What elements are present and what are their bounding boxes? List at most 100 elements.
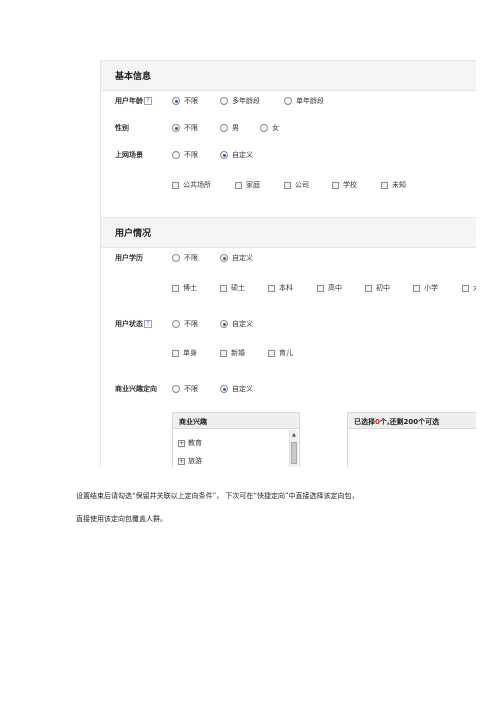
radio-icon xyxy=(220,97,228,105)
targeting-screenshot: 基本信息 用户年龄? 不限 多年龄段 单年龄段 性别 不限 男 女 上网场景 不… xyxy=(100,60,476,467)
radio-label: 不限 xyxy=(184,151,198,159)
scene-checkbox-unknown[interactable]: 未知 xyxy=(381,180,406,190)
radio-label: 多年龄段 xyxy=(232,97,260,105)
selected-interest-panel: 已选择0个,还剩200个可选 xyxy=(347,412,476,467)
education-checkbox-bachelor[interactable]: 本科 xyxy=(268,283,293,293)
checkbox-icon xyxy=(365,284,372,292)
interest-option-custom[interactable]: 自定义 xyxy=(220,384,253,394)
gender-option-female[interactable]: 女 xyxy=(260,123,279,133)
checkbox-icon xyxy=(462,284,469,292)
education-checkbox-primary[interactable]: 小学 xyxy=(413,283,438,293)
status-checkbox-single[interactable]: 单身 xyxy=(172,348,197,358)
scene-checkbox-public[interactable]: 公共场所 xyxy=(172,180,211,190)
expand-plus-icon[interactable]: + xyxy=(178,457,185,465)
checkbox-icon xyxy=(381,181,388,189)
radio-icon xyxy=(220,254,228,262)
scene-option-custom[interactable]: 自定义 xyxy=(220,150,253,160)
help-icon[interactable]: ? xyxy=(144,97,152,105)
status-checkbox-parenting[interactable]: 育儿 xyxy=(268,348,293,358)
checkbox-label: 博士 xyxy=(183,284,197,292)
checkbox-label: 大 xyxy=(473,283,476,293)
scene-label: 上网场景 xyxy=(115,151,143,159)
scene-checkbox-company[interactable]: 公司 xyxy=(284,180,309,190)
education-option-unlimited[interactable]: 不限 xyxy=(172,253,198,263)
checkbox-icon xyxy=(332,181,339,189)
checkbox-label: 本科 xyxy=(279,284,293,292)
education-checkbox-truncated[interactable]: 大 xyxy=(462,283,476,293)
tree-item-label: 旅游 xyxy=(188,457,202,465)
expand-plus-icon[interactable]: + xyxy=(178,439,185,447)
education-option-custom[interactable]: 自定义 xyxy=(220,253,253,263)
checkbox-label: 新婚 xyxy=(231,349,245,357)
gender-option-unlimited[interactable]: 不限 xyxy=(172,123,198,133)
education-checkbox-middleschool[interactable]: 初中 xyxy=(365,283,390,293)
help-icon[interactable]: ? xyxy=(144,320,152,328)
radio-label: 自定义 xyxy=(232,151,253,159)
checkbox-icon xyxy=(317,284,324,292)
interest-tree-title: 商业兴趣 xyxy=(173,413,299,429)
selected-count-text: 已选择0个,还剩200个可选 xyxy=(348,413,476,429)
checkbox-label: 小学 xyxy=(424,284,438,292)
scene-checkbox-home[interactable]: 家庭 xyxy=(235,180,260,190)
user-age-label: 用户年龄? xyxy=(115,96,152,106)
scene-option-unlimited[interactable]: 不限 xyxy=(172,150,198,160)
radio-icon xyxy=(172,385,180,393)
radio-icon xyxy=(284,97,292,105)
status-label-text: 用户状态 xyxy=(115,320,143,328)
radio-icon xyxy=(220,124,228,132)
caption-line-1: 设置结束后请勾选“保留并关联以上定向条件”， 下次可在“快捷定向”中直接选择该定… xyxy=(76,492,359,500)
interest-label: 商业兴趣定向 xyxy=(115,385,157,393)
radio-label: 自定义 xyxy=(232,254,253,262)
education-label: 用户学历 xyxy=(115,254,143,262)
radio-icon xyxy=(172,254,180,262)
education-checkbox-phd[interactable]: 博士 xyxy=(172,283,197,293)
radio-label: 自定义 xyxy=(232,385,253,393)
checkbox-icon xyxy=(413,284,420,292)
radio-icon xyxy=(220,320,228,328)
radio-icon xyxy=(172,97,180,105)
checkbox-icon xyxy=(268,349,275,357)
checkbox-icon xyxy=(220,349,227,357)
radio-label: 单年龄段 xyxy=(296,97,324,105)
selected-suffix: 个,还剩200个可选 xyxy=(379,418,440,426)
interest-option-unlimited[interactable]: 不限 xyxy=(172,384,198,394)
education-checkbox-highschool[interactable]: 高中 xyxy=(317,283,342,293)
scroll-thumb[interactable] xyxy=(291,442,297,464)
checkbox-icon xyxy=(172,181,179,189)
radio-label: 不限 xyxy=(184,385,198,393)
user-age-option-unlimited[interactable]: 不限 xyxy=(172,96,198,106)
gender-label: 性别 xyxy=(115,124,129,132)
checkbox-label: 公共场所 xyxy=(183,181,211,189)
radio-label: 不限 xyxy=(184,254,198,262)
radio-label: 不限 xyxy=(184,124,198,132)
scroll-up-arrow-icon[interactable]: ▲ xyxy=(292,432,296,438)
tree-item-travel[interactable]: + 旅游 xyxy=(178,456,202,466)
user-situation-header: 用户情况 xyxy=(101,217,476,248)
checkbox-label: 公司 xyxy=(295,181,309,189)
scene-checkbox-school[interactable]: 学校 xyxy=(332,180,357,190)
gender-option-male[interactable]: 男 xyxy=(220,123,239,133)
status-label: 用户状态? xyxy=(115,319,152,329)
tree-scrollbar[interactable]: ▲ xyxy=(289,430,298,467)
checkbox-label: 学校 xyxy=(343,181,357,189)
checkbox-icon xyxy=(268,284,275,292)
checkbox-label: 硕士 xyxy=(231,284,245,292)
radio-icon xyxy=(172,151,180,159)
checkbox-label: 未知 xyxy=(392,181,406,189)
radio-label: 女 xyxy=(272,124,279,132)
checkbox-icon xyxy=(172,284,179,292)
status-option-custom[interactable]: 自定义 xyxy=(220,319,253,329)
interest-tree-panel: 商业兴趣 + 教育 + 旅游 ▲ xyxy=(172,412,300,467)
status-checkbox-newlywed[interactable]: 新婚 xyxy=(220,348,245,358)
user-age-label-text: 用户年龄 xyxy=(115,97,143,105)
radio-icon xyxy=(260,124,268,132)
user-age-option-single[interactable]: 单年龄段 xyxy=(284,96,324,106)
user-age-option-multi[interactable]: 多年龄段 xyxy=(220,96,260,106)
tree-item-education[interactable]: + 教育 xyxy=(178,438,202,448)
education-checkbox-master[interactable]: 硕士 xyxy=(220,283,245,293)
radio-label: 不限 xyxy=(184,97,198,105)
checkbox-label: 家庭 xyxy=(246,181,260,189)
status-option-unlimited[interactable]: 不限 xyxy=(172,319,198,329)
checkbox-label: 育儿 xyxy=(279,349,293,357)
checkbox-icon xyxy=(235,181,242,189)
